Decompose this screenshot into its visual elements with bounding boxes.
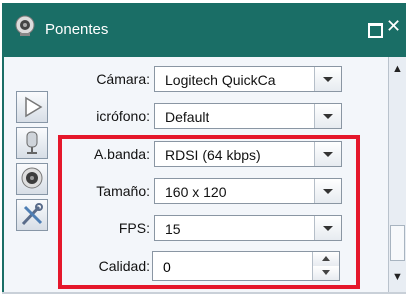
settings-button[interactable] [16,199,48,231]
ponentes-window: Ponentes ✕ Cámara: Logitech QuickCa icró… [2,3,406,294]
camera-button[interactable] [16,163,48,195]
scroll-up-icon[interactable]: ▲ [392,63,403,75]
size-value: 160 x 120 [165,184,227,200]
chevron-down-icon[interactable] [314,216,341,240]
quality-label: Calidad: [98,258,150,274]
microphone-select[interactable]: Default [154,103,342,129]
camera-select[interactable]: Logitech QuickCa [154,66,342,92]
play-button[interactable] [16,91,48,123]
chevron-down-icon[interactable] [314,104,341,128]
title-bar[interactable]: Ponentes ✕ [2,3,406,57]
camera-value: Logitech QuickCa [165,72,276,88]
fps-label: FPS: [118,220,150,236]
scroll-down-icon[interactable]: ▼ [392,271,403,283]
quality-value: 0 [163,259,171,275]
microphone-value: Default [165,109,210,125]
camera-label: Cámara: [96,71,150,87]
stepper-buttons [312,252,339,280]
scroll-thumb[interactable] [390,225,405,261]
chevron-up-icon[interactable] [313,252,339,267]
chevron-down-icon[interactable] [314,142,341,166]
bandwidth-value: RDSI (64 kbps) [165,147,261,163]
size-label: Tamaño: [96,183,150,199]
window-title: Ponentes [45,21,109,38]
quality-stepper[interactable]: 0 [152,251,340,281]
chevron-down-icon[interactable] [314,67,341,91]
webcam-icon [21,167,43,189]
tools-icon [21,203,43,226]
webcam-icon [15,15,35,36]
chevron-down-icon[interactable] [314,179,341,203]
play-icon [25,96,43,118]
bandwidth-select[interactable]: RDSI (64 kbps) [154,141,342,167]
chevron-down-icon[interactable] [313,266,339,280]
microphone-icon [26,131,38,154]
fps-select[interactable]: 15 [154,215,342,241]
bandwidth-label: A.banda: [93,146,150,162]
fps-value: 15 [165,221,181,237]
maximize-button[interactable] [368,23,383,38]
size-select[interactable]: 160 x 120 [154,178,342,204]
microphone-button[interactable] [16,127,48,159]
microphone-label: icrófono: [96,108,150,124]
vertical-scrollbar[interactable]: ▲ ▼ [388,57,406,292]
close-button[interactable]: ✕ [386,16,401,37]
